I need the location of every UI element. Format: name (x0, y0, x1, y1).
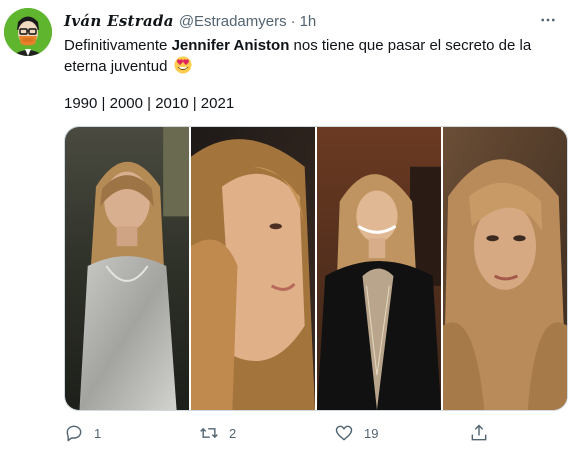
share-icon (471, 424, 487, 441)
share-button[interactable] (469, 422, 499, 444)
more-options-icon[interactable] (537, 9, 559, 31)
reply-count: 1 (94, 425, 102, 441)
photo-2010[interactable] (317, 127, 441, 410)
tweet-text: Definitivamente Jennifer Aniston nos tie… (64, 36, 554, 77)
like-button[interactable]: 19 (334, 422, 378, 444)
photo-2000[interactable] (191, 127, 315, 410)
media-grid (64, 126, 568, 411)
retweet-count: 2 (229, 425, 237, 441)
avatar-illustration (4, 8, 52, 56)
tweet-time[interactable]: 1h (300, 13, 317, 30)
years-line: 1990 | 2000 | 2010 | 2021 (64, 95, 235, 112)
action-bar: 1 2 19 (64, 422, 494, 444)
retweet-icon (200, 427, 218, 439)
like-count: 19 (364, 425, 379, 441)
photo-1990[interactable] (65, 127, 189, 410)
tweet-text-start: Definitivamente (64, 37, 172, 54)
tweet-header: Iván Estrada @Estradamyers · 1h (64, 11, 559, 31)
reply-icon (66, 425, 82, 442)
photo-2021[interactable] (443, 127, 567, 410)
avatar[interactable] (4, 8, 52, 56)
retweet-button[interactable]: 2 (199, 422, 236, 444)
mentioned-name: Jennifer Aniston (171, 37, 290, 54)
reply-button[interactable]: 1 (64, 422, 101, 444)
display-name[interactable]: Iván Estrada (64, 12, 174, 30)
user-handle[interactable]: @Estradamyers (179, 13, 287, 30)
separator-dot: · (290, 12, 296, 30)
heart-icon (335, 425, 353, 441)
heart-eyes-emoji (174, 56, 192, 74)
